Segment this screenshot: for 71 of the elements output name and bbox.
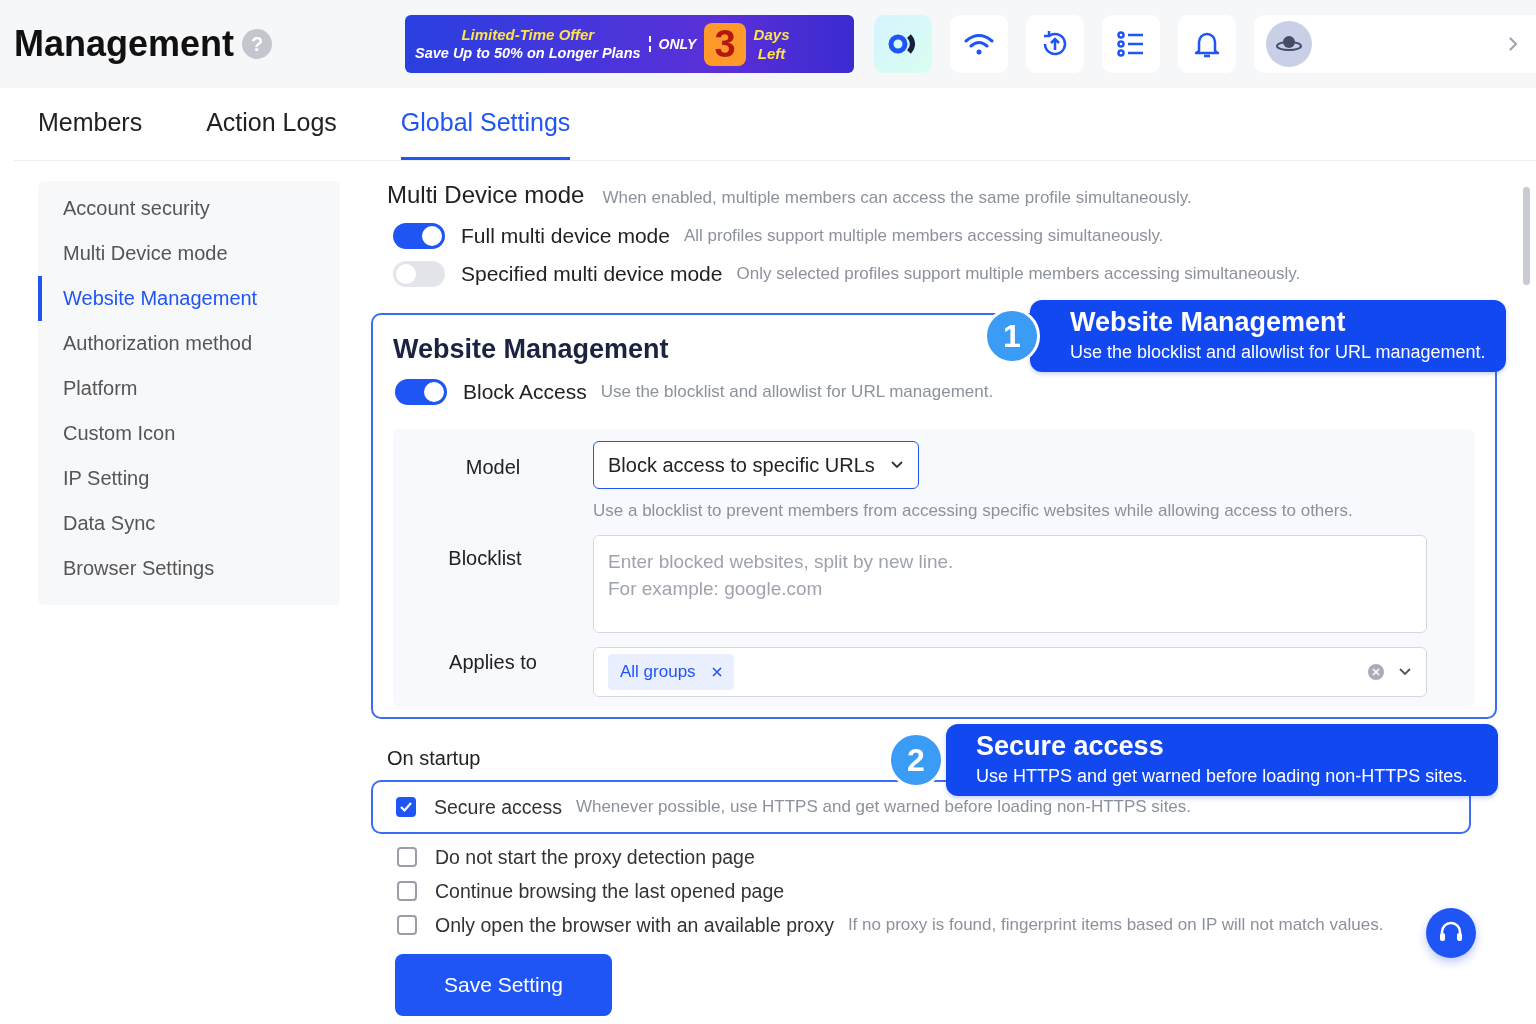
banner-text: Left	[757, 44, 786, 63]
save-button[interactable]: Save Setting	[395, 954, 612, 1016]
field-label: Applies to	[448, 650, 538, 675]
app-logo-icon[interactable]	[874, 15, 932, 73]
tab[interactable]: Global Settings	[400, 88, 571, 160]
check-icon	[399, 801, 413, 813]
callout-text: Use the blocklist and allowlist for URL management.	[1070, 341, 1486, 364]
option-label: Full multi device mode	[461, 224, 670, 248]
bell-icon[interactable]	[1178, 15, 1236, 73]
callout-text: Use HTTPS and get warned before loading non-HTTPS sites.	[976, 765, 1469, 788]
step-badge: 2	[888, 732, 944, 788]
option-description: If no proxy is found, fingerprint items based on IP will not match values.	[847, 915, 1384, 935]
tag-label: All groups	[620, 662, 696, 682]
option-description: Use the blocklist and allowlist for URL management.	[600, 382, 994, 402]
banner-text: ONLY	[648, 36, 697, 52]
sidebar-item[interactable]: Platform	[38, 366, 340, 411]
sidebar-item[interactable]: Custom Icon	[38, 411, 340, 456]
banner-text: Save Up to 50% on Longer Plans	[415, 44, 641, 63]
sync-icon[interactable]	[1026, 15, 1084, 73]
chevron-down-icon	[890, 460, 904, 470]
tab[interactable]: Action Logs	[206, 88, 337, 160]
option-label: Secure access	[434, 795, 562, 819]
option-label: Block Access	[463, 380, 587, 404]
promo-banner[interactable]: Limited-Time Offer Save Up to 50% on Longer Plans ONLY 3 Days Left	[405, 15, 854, 73]
option-description: All profiles support multiple members accessing simultaneously.	[683, 226, 1164, 246]
scrollbar[interactable]	[1523, 187, 1530, 285]
option-label: Continue browsing the last opened page	[435, 879, 785, 903]
close-icon[interactable]	[711, 667, 722, 677]
sidebar-item[interactable]: Authorization method	[38, 321, 340, 366]
support-icon[interactable]	[1426, 908, 1476, 958]
section-title: Multi Device mode	[387, 181, 585, 209]
sidebar-item[interactable]: Data Sync	[38, 501, 340, 546]
avatar-icon[interactable]	[1266, 21, 1312, 67]
checkbox[interactable]	[397, 915, 417, 935]
banner-number: 3	[704, 22, 746, 66]
option-description: Only selected profiles support multiple members accessing simultaneously.	[736, 264, 1301, 284]
checkbox[interactable]	[397, 881, 417, 901]
callout-title: Website Management	[1070, 306, 1347, 338]
page-title: Management	[14, 23, 235, 65]
option-label: Specified multi device mode	[461, 262, 723, 286]
toggle-switch[interactable]	[393, 223, 445, 249]
toggle-switch[interactable]	[393, 261, 445, 287]
section-title: On startup	[387, 747, 481, 770]
wifi-icon[interactable]	[950, 15, 1008, 73]
model-dropdown[interactable]: Block access to specific URLs	[593, 441, 919, 489]
sidebar-item[interactable]: Multi Device mode	[38, 231, 340, 276]
option-label: Do not start the proxy detection page	[435, 845, 755, 869]
field-hint: Use a blocklist to prevent members from accessing specific websites while allowing access to others.	[593, 501, 1354, 521]
option-description: Whenever possible, use HTTPS and get warned before loading non-HTTPS sites.	[575, 797, 1192, 817]
toggle-switch[interactable]	[395, 379, 447, 405]
section-title: Website Management	[393, 333, 669, 366]
field-label: Blocklist	[447, 546, 523, 571]
groups-select-field[interactable]: All groups	[593, 647, 1427, 697]
step-badge: 1	[984, 308, 1040, 364]
banner-headline: Limited-Time Offer	[461, 25, 595, 44]
checkbox[interactable]	[396, 797, 416, 817]
sidebar-item[interactable]: Account security	[38, 186, 340, 231]
field-label: Model	[464, 455, 522, 480]
option-label: Only open the browser with an available proxy	[435, 913, 834, 937]
sidebar-item[interactable]: Browser Settings	[38, 546, 340, 591]
banner-text: Days	[753, 25, 790, 44]
sidebar-item[interactable]: IP Setting	[38, 456, 340, 501]
blocklist-field[interactable]: Enter blocked websites, split by new line. For example: google.com	[593, 535, 1427, 633]
callout-title: Secure access	[976, 730, 1165, 762]
chevron-down-icon[interactable]	[1398, 667, 1412, 677]
sidebar-item[interactable]: Website Management	[38, 276, 340, 321]
list-icon[interactable]	[1102, 15, 1160, 73]
section-description: When enabled, multiple members can access the same profile simultaneously.	[602, 188, 1192, 208]
tab[interactable]: Members	[38, 88, 143, 160]
checkbox[interactable]	[397, 847, 417, 867]
chevron-right-icon[interactable]	[1508, 36, 1518, 52]
